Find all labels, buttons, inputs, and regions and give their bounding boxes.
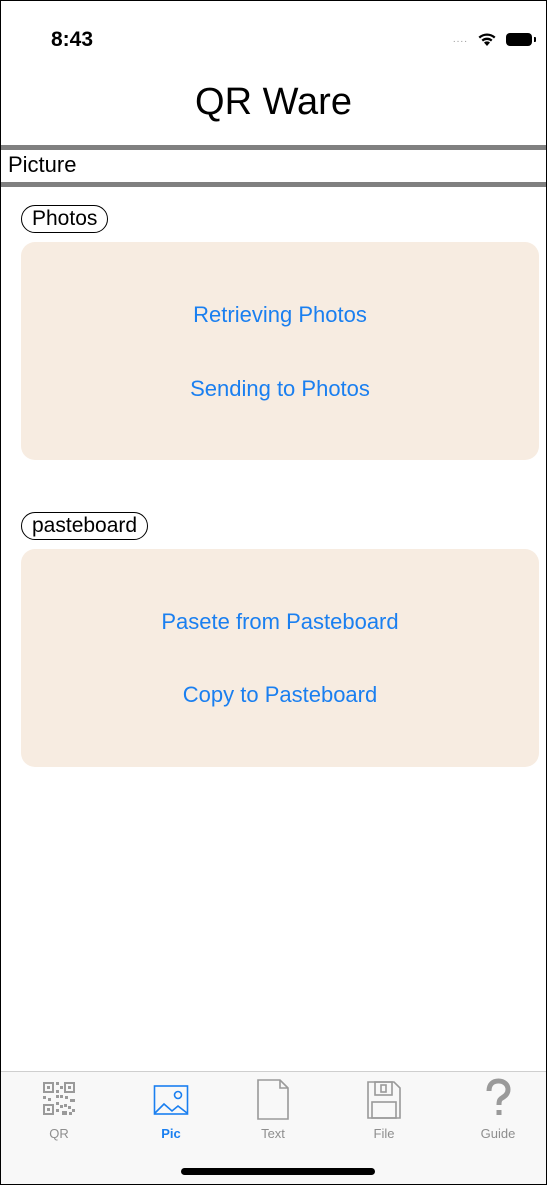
wifi-icon (478, 33, 496, 46)
status-indicators: .... (452, 31, 536, 47)
home-indicator[interactable] (181, 1168, 375, 1175)
top-divider (1, 145, 546, 150)
qr-code-icon (43, 1082, 75, 1115)
photos-group-label: Photos (21, 205, 109, 233)
tab-label: QR (49, 1126, 69, 1141)
photos-card: Retrieving Photos Sending to Photos (21, 242, 539, 460)
section-header: Picture (8, 152, 77, 177)
document-icon (257, 1079, 289, 1120)
tab-pic[interactable]: Pic (121, 1072, 221, 1162)
retrieving-photos-button[interactable]: Retrieving Photos (21, 302, 539, 328)
bottom-divider (1, 182, 546, 187)
paste-from-pasteboard-button[interactable]: Pasete from Pasteboard (21, 609, 539, 635)
question-mark-icon (486, 1078, 511, 1115)
signal-icon: .... (452, 33, 468, 45)
tab-label: Text (261, 1126, 285, 1141)
battery-icon (506, 32, 536, 46)
floppy-disk-icon (367, 1081, 401, 1119)
status-bar: 8:43 .... (1, 1, 546, 71)
tab-label: File (373, 1126, 395, 1141)
tab-guide[interactable]: Guide (448, 1072, 546, 1162)
tab-text[interactable]: Text (223, 1072, 323, 1162)
pasteboard-group-label: pasteboard (21, 512, 149, 540)
tab-qr[interactable]: QR (9, 1072, 109, 1162)
sending-to-photos-button[interactable]: Sending to Photos (21, 376, 539, 402)
tab-label: Pic (161, 1126, 181, 1141)
app-title: QR Ware (195, 81, 352, 123)
copy-to-pasteboard-button[interactable]: Copy to Pasteboard (21, 682, 539, 708)
pasteboard-card: Pasete from Pasteboard Copy to Pasteboar… (21, 549, 539, 767)
app-frame: 8:43 .... QR Ware Picture Photos Retriev… (0, 0, 547, 1185)
status-time: 8:43 (51, 28, 94, 51)
tab-file[interactable]: File (334, 1072, 434, 1162)
picture-icon (153, 1085, 189, 1115)
tab-label: Guide (480, 1126, 516, 1141)
